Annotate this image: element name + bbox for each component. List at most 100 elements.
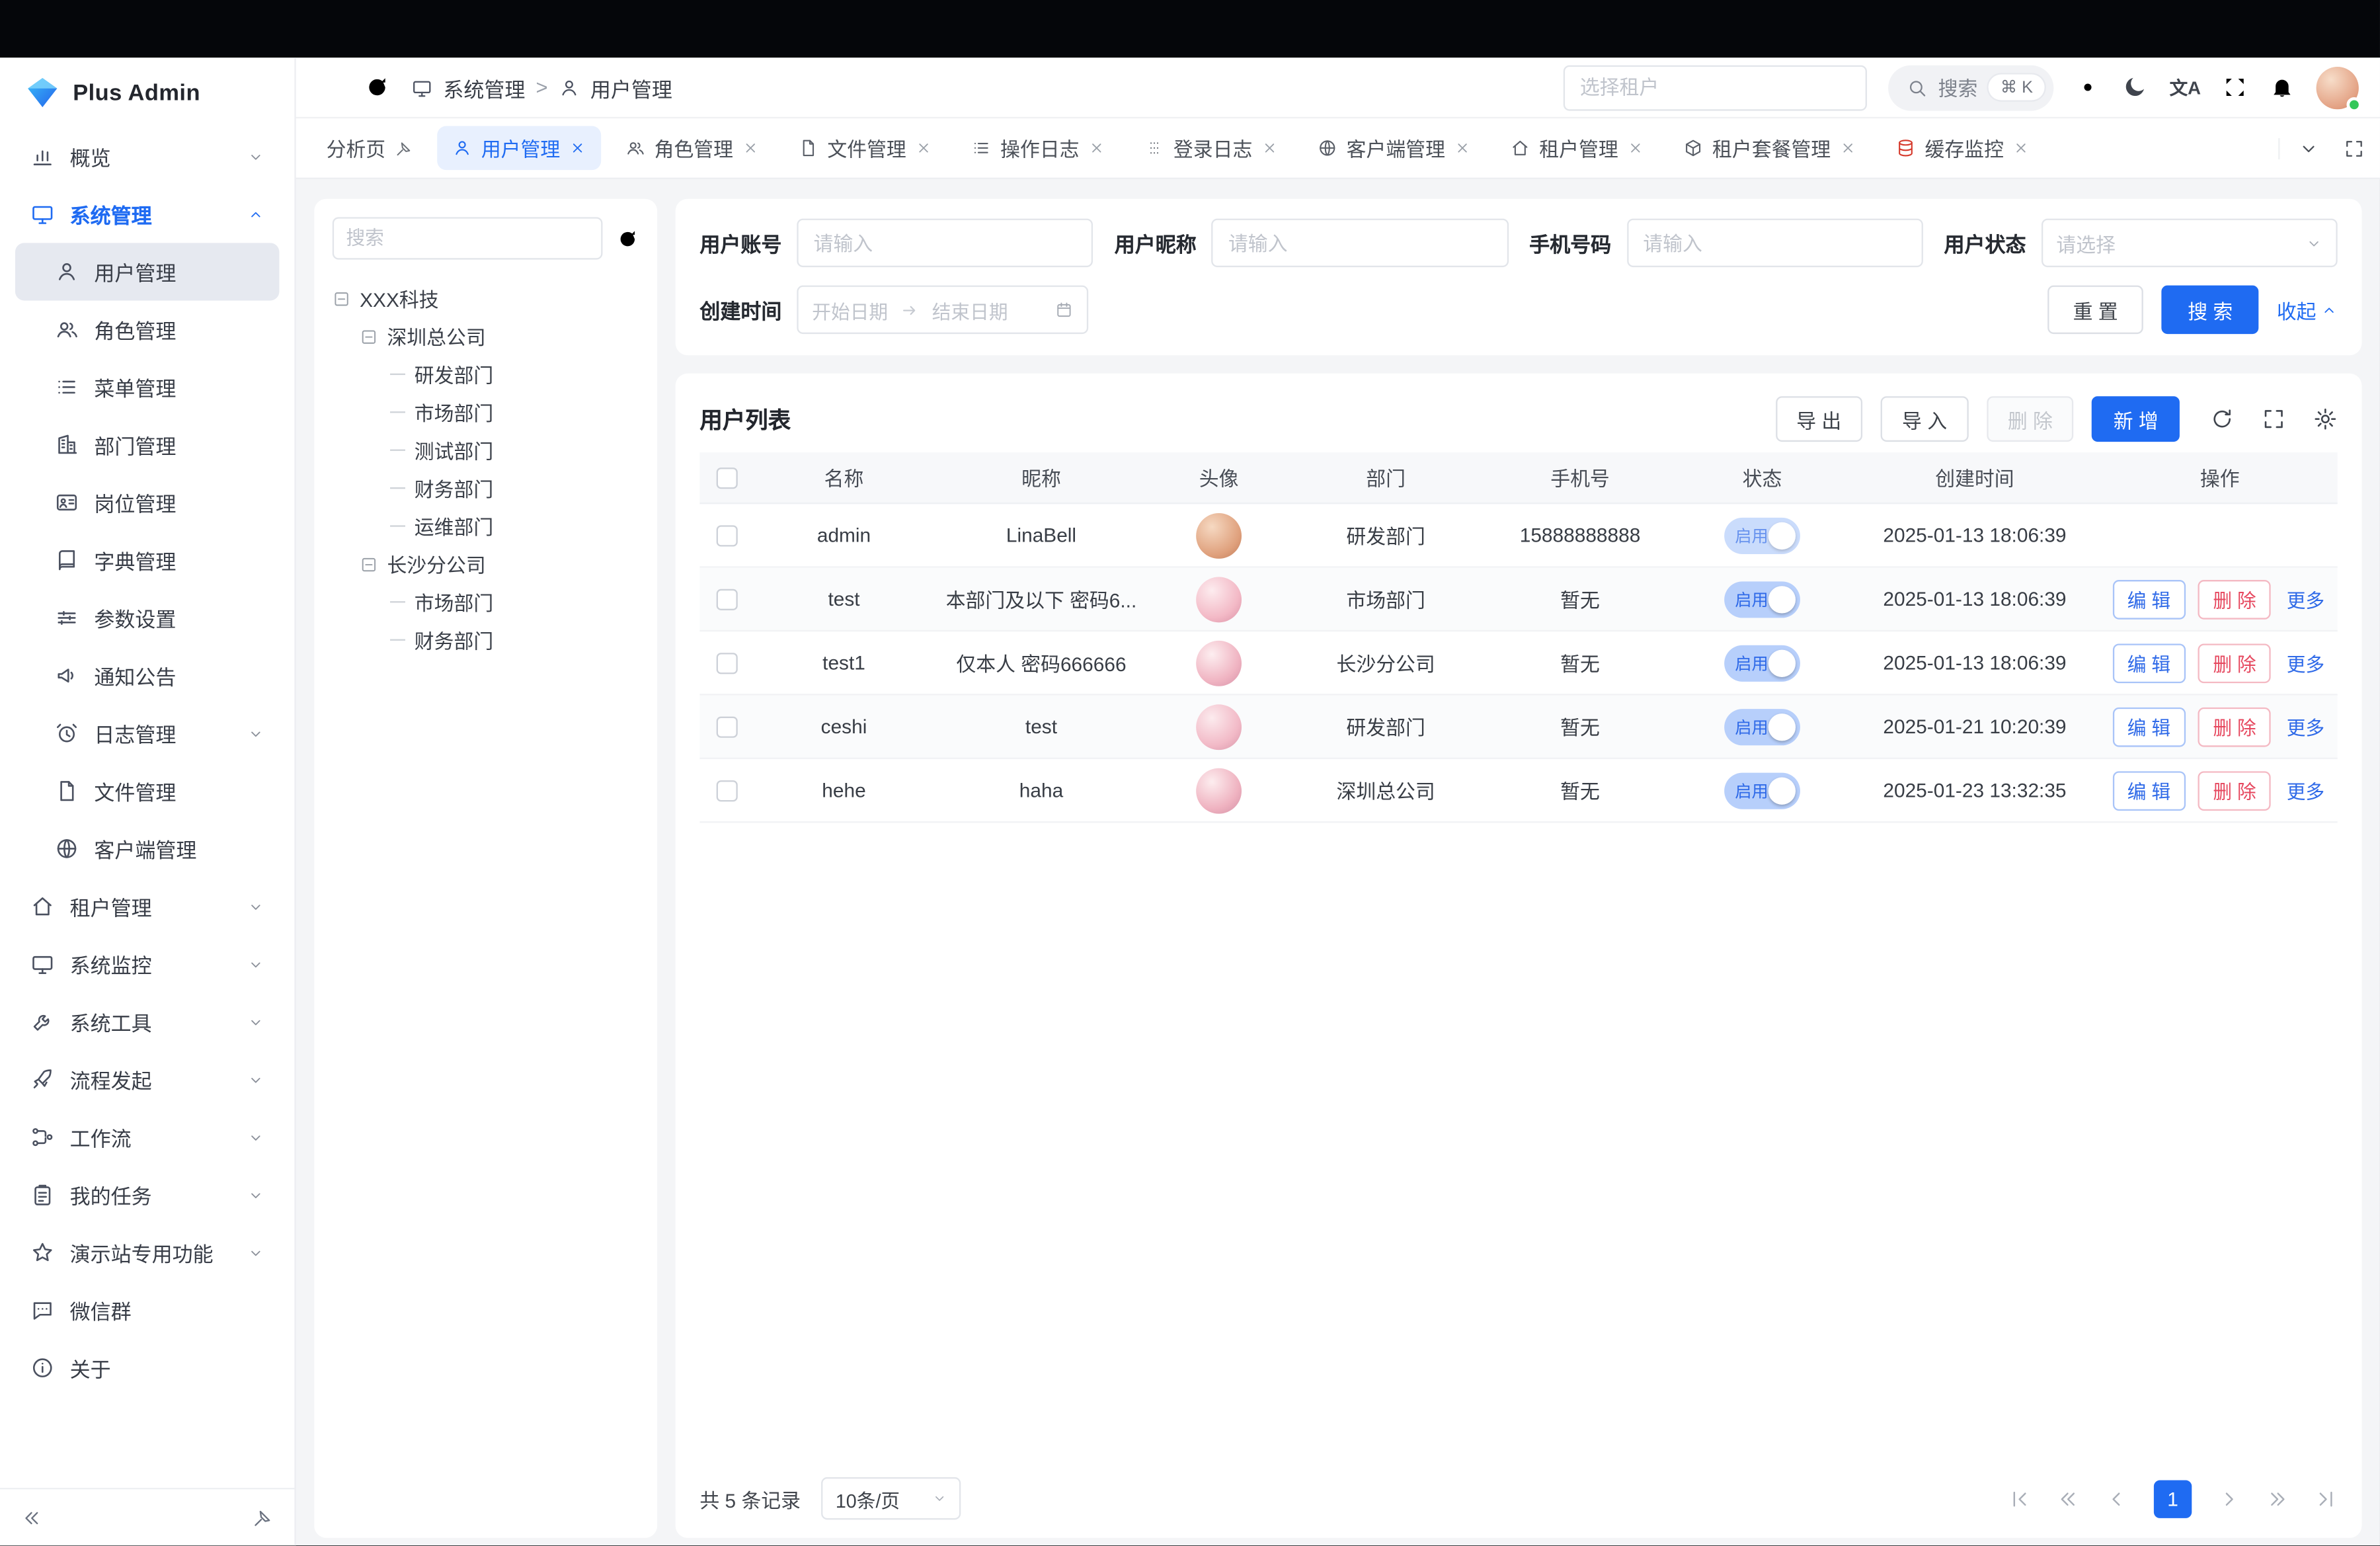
- sidebar-item-my-tasks[interactable]: 我的任务: [15, 1166, 279, 1223]
- pin-sidebar-icon[interactable]: [252, 1507, 273, 1528]
- fullscreen-icon[interactable]: [2222, 74, 2248, 100]
- collapse-box-icon[interactable]: [360, 555, 378, 573]
- tree-node[interactable]: 财务部门: [333, 621, 639, 659]
- row-checkbox[interactable]: [717, 524, 738, 546]
- close-icon[interactable]: [1454, 140, 1471, 156]
- current-page[interactable]: 1: [2154, 1479, 2192, 1517]
- column-settings-gear-icon[interactable]: [2313, 407, 2338, 431]
- tab-file-management[interactable]: 文件管理: [783, 126, 947, 171]
- close-icon[interactable]: [1088, 140, 1105, 156]
- next-page-icon[interactable]: [2217, 1487, 2240, 1510]
- sidebar-item-tenant-management[interactable]: 租户管理: [15, 877, 279, 935]
- user-avatar[interactable]: [2317, 66, 2359, 108]
- edit-button[interactable]: 编 辑: [2112, 707, 2186, 747]
- tab-cache-monitor[interactable]: 缓存监控: [1881, 126, 2045, 171]
- collapse-sidebar-icon[interactable]: [21, 1507, 42, 1528]
- page-size-select[interactable]: 10条/页: [822, 1477, 961, 1520]
- status-select[interactable]: 请选择: [2041, 219, 2337, 267]
- tree-node[interactable]: 运维部门: [333, 507, 639, 545]
- tree-node[interactable]: 市场部门: [333, 393, 639, 431]
- tab-tenant-package-management[interactable]: 租户套餐管理: [1668, 126, 1872, 171]
- sidebar-item-dict-management[interactable]: 字典管理: [15, 532, 279, 589]
- nickname-input[interactable]: [1212, 219, 1508, 267]
- close-icon[interactable]: [1261, 140, 1278, 156]
- row-checkbox[interactable]: [717, 589, 738, 610]
- sidebar-item-about[interactable]: 关于: [15, 1339, 279, 1397]
- sidebar-item-system-monitor[interactable]: 系统监控: [15, 935, 279, 993]
- delete-row-button[interactable]: 删 除: [2198, 643, 2271, 682]
- tab-layout-icon[interactable]: [2344, 138, 2365, 159]
- status-toggle[interactable]: 启用: [1724, 645, 1800, 681]
- import-button[interactable]: 导 入: [1881, 396, 1968, 442]
- edit-button[interactable]: 编 辑: [2112, 643, 2186, 682]
- collapse-box-icon[interactable]: [360, 327, 378, 346]
- global-search-button[interactable]: 搜索 ⌘ K: [1888, 65, 2054, 110]
- sidebar-item-overview[interactable]: 概览: [15, 128, 279, 185]
- status-toggle[interactable]: 启用: [1724, 708, 1800, 745]
- export-button[interactable]: 导 出: [1775, 396, 1862, 442]
- sidebar-item-role-management[interactable]: 角色管理: [15, 301, 279, 358]
- close-icon[interactable]: [569, 140, 586, 156]
- more-button[interactable]: 更多: [2283, 770, 2328, 810]
- tab-tenant-management[interactable]: 租户管理: [1495, 126, 1659, 171]
- tree-node[interactable]: 研发部门: [333, 355, 639, 393]
- delete-row-button[interactable]: 删 除: [2198, 579, 2271, 619]
- sidebar-item-param-settings[interactable]: 参数设置: [15, 589, 279, 647]
- more-button[interactable]: 更多: [2283, 643, 2328, 682]
- close-icon[interactable]: [916, 140, 932, 156]
- edit-button[interactable]: 编 辑: [2112, 770, 2186, 810]
- delete-row-button[interactable]: 删 除: [2198, 707, 2271, 747]
- tab-login-log[interactable]: 登录日志: [1129, 126, 1293, 171]
- refresh-page-icon[interactable]: [364, 74, 390, 100]
- tree-refresh-icon[interactable]: [616, 227, 639, 249]
- sidebar-item-demo-features[interactable]: 演示站专用功能: [15, 1223, 279, 1281]
- tab-operation-log[interactable]: 操作日志: [957, 126, 1121, 171]
- account-input[interactable]: [797, 219, 1093, 267]
- edit-button[interactable]: 编 辑: [2112, 579, 2186, 619]
- sidebar-item-menu-management[interactable]: 菜单管理: [15, 358, 279, 416]
- date-range-picker[interactable]: 开始日期 结束日期: [797, 286, 1088, 334]
- select-all-checkbox[interactable]: [717, 467, 738, 488]
- sidebar-item-post-management[interactable]: 岗位管理: [15, 473, 279, 531]
- tree-node[interactable]: 测试部门: [333, 431, 639, 469]
- translate-icon[interactable]: 文A: [2170, 74, 2201, 100]
- settings-gear-icon[interactable]: [2075, 74, 2101, 100]
- refresh-table-icon[interactable]: [2210, 407, 2235, 431]
- tree-search-input[interactable]: [333, 217, 603, 259]
- sidebar-item-system-management[interactable]: 系统管理: [15, 185, 279, 243]
- status-toggle[interactable]: 启用: [1724, 772, 1800, 808]
- tab-list-chevron-down-icon[interactable]: [2298, 138, 2319, 159]
- prev-page-icon[interactable]: [2105, 1487, 2127, 1510]
- notification-bell-icon[interactable]: [2269, 74, 2295, 100]
- reset-button[interactable]: 重 置: [2047, 286, 2144, 334]
- search-button[interactable]: 搜 索: [2162, 286, 2258, 334]
- collapse-filters-link[interactable]: 收起: [2277, 296, 2338, 325]
- pin-icon[interactable]: [395, 139, 413, 157]
- collapse-box-icon[interactable]: [333, 289, 351, 307]
- tenant-select-input[interactable]: [1564, 65, 1867, 110]
- sidebar-item-department-management[interactable]: 部门管理: [15, 416, 279, 473]
- close-icon[interactable]: [1627, 140, 1644, 156]
- status-toggle[interactable]: 启用: [1724, 581, 1800, 617]
- add-button[interactable]: 新 增: [2092, 396, 2180, 442]
- row-checkbox[interactable]: [717, 780, 738, 801]
- sidebar-item-file-management[interactable]: 文件管理: [15, 762, 279, 820]
- more-button[interactable]: 更多: [2283, 579, 2328, 619]
- dark-mode-moon-icon[interactable]: [2122, 74, 2148, 100]
- sidebar-item-client-management[interactable]: 客户端管理: [15, 820, 279, 877]
- breadcrumb-root[interactable]: 系统管理: [443, 72, 525, 102]
- sidebar-item-system-tools[interactable]: 系统工具: [15, 993, 279, 1051]
- row-checkbox[interactable]: [717, 716, 738, 737]
- sidebar-item-wechat-group[interactable]: 微信群: [15, 1282, 279, 1339]
- tab-role-management[interactable]: 角色管理: [610, 126, 774, 171]
- delete-button[interactable]: 删 除: [1987, 396, 2074, 442]
- tree-node[interactable]: 长沙分公司: [333, 545, 639, 583]
- sidebar-item-process-start[interactable]: 流程发起: [15, 1051, 279, 1108]
- tab-client-management[interactable]: 客户端管理: [1302, 126, 1486, 171]
- sidebar-item-log-management[interactable]: 日志管理: [15, 704, 279, 762]
- close-icon[interactable]: [2013, 140, 2030, 156]
- fullscreen-table-icon[interactable]: [2262, 407, 2286, 431]
- tree-node[interactable]: 市场部门: [333, 583, 639, 621]
- tab-user-management[interactable]: 用户管理: [437, 126, 601, 171]
- phone-input[interactable]: [1626, 219, 1923, 267]
